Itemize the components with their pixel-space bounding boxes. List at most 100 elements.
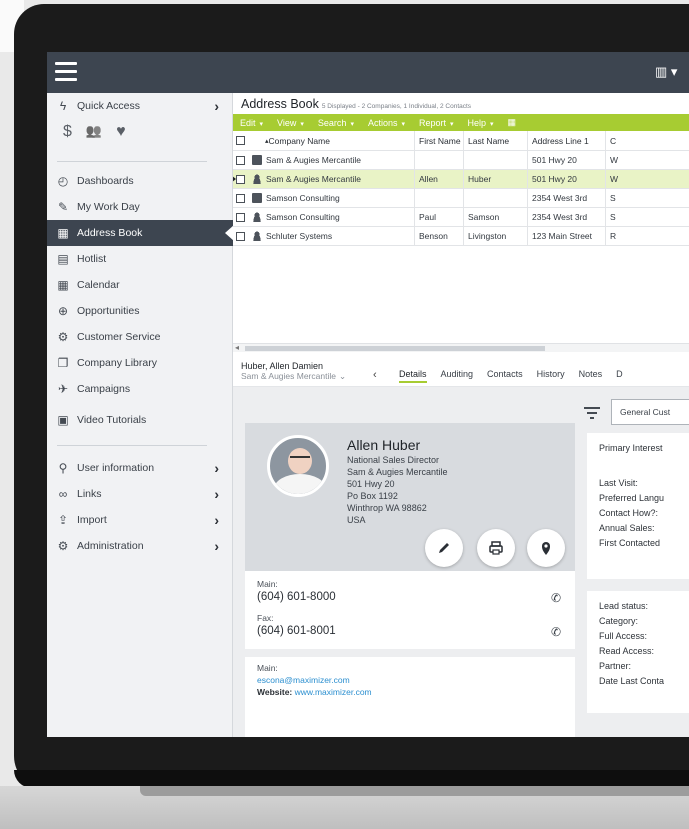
sidebar-item-user-information[interactable]: ⚲ User information › — [47, 455, 233, 481]
sidebar-item-links[interactable]: ∞ Links › — [47, 481, 233, 507]
menu-help[interactable]: Help ▾ — [461, 118, 501, 128]
sidebar-item-label: Video Tutorials — [77, 414, 147, 426]
company-icon — [252, 193, 262, 203]
website-row: Website: www.maximizer.com — [257, 687, 372, 697]
chevron-down-icon: ▾ — [300, 120, 304, 128]
sidebar-item-administration[interactable]: ⚙ Administration › — [47, 533, 233, 559]
tab-scroll-left-icon[interactable]: ‹ — [373, 369, 377, 381]
sidebar-item-label: Address Book — [77, 227, 143, 239]
menu-label: Actions — [367, 117, 398, 128]
table-row[interactable]: Schluter Systems Benson Livingston 123 Main… — [233, 227, 689, 246]
scroll-left-icon[interactable]: ◂ — [235, 343, 239, 352]
column-header-first-name[interactable]: First Name — [414, 131, 462, 150]
grid-options-icon[interactable]: ▦ — [501, 117, 524, 128]
menu-actions[interactable]: Actions ▾ — [361, 118, 412, 128]
row-checkbox[interactable] — [236, 193, 245, 203]
menu-search[interactable]: Search ▾ — [311, 118, 361, 128]
printer-icon — [489, 541, 503, 555]
contact-title: National Sales Director — [347, 455, 440, 465]
website-link[interactable]: www.maximizer.com — [295, 687, 372, 697]
contact-company: Sam & Augies Mercantile — [347, 467, 448, 477]
table-row[interactable]: Sam & Augies Mercantile 501 Hwy 20 W — [233, 151, 689, 170]
checkbox[interactable] — [236, 136, 245, 145]
company-icon — [252, 155, 262, 165]
heart-icon[interactable]: ♥ — [116, 123, 126, 141]
website-label: Website: — [257, 687, 293, 697]
tab-details[interactable]: Details — [399, 369, 427, 383]
sidebar-item-hotlist[interactable]: ▤ Hotlist — [47, 246, 233, 272]
phone-icon[interactable]: ✆ — [551, 591, 561, 605]
people-icon[interactable]: 👥 — [86, 123, 102, 141]
email-link[interactable]: escona@maximizer.com — [257, 675, 350, 685]
map-pin-icon — [542, 542, 550, 555]
company-cell: Sam & Augies Mercantile — [252, 151, 402, 169]
fax-phone[interactable]: (604) 601-8001 — [257, 625, 336, 637]
row-checkbox[interactable] — [236, 231, 245, 241]
contact-address-2: Po Box 1192 — [347, 491, 398, 501]
sidebar-item-label: Opportunities — [77, 305, 140, 317]
row-checkbox[interactable] — [236, 155, 245, 165]
sidebar-item-dashboards[interactable]: ◴ Dashboards — [47, 168, 233, 194]
column-header-c[interactable]: C — [605, 131, 689, 150]
sidebar-item-company-library[interactable]: ❐ Company Library — [47, 350, 233, 376]
tab-auditing[interactable]: Auditing — [441, 369, 474, 383]
row-checkbox[interactable] — [236, 174, 245, 184]
select-all-checkbox[interactable] — [236, 131, 266, 150]
field-group-select[interactable]: General Cust — [611, 399, 689, 425]
address-cell: 2354 West 3rd — [527, 189, 603, 207]
sidebar-item-campaigns[interactable]: ✈ Campaigns — [47, 376, 233, 402]
address-cell: 123 Main Street — [527, 227, 603, 245]
hamburger-icon[interactable] — [55, 62, 77, 82]
book-icon: ▥ — [655, 64, 668, 79]
row-checkbox[interactable] — [236, 212, 245, 222]
sidebar-item-calendar[interactable]: ▦ Calendar — [47, 272, 233, 298]
tab-history[interactable]: History — [537, 369, 565, 383]
email-label: Main: — [257, 663, 278, 673]
column-header-company-name[interactable]: ▴ Company Name — [265, 131, 415, 150]
main-phone[interactable]: (604) 601-8000 — [257, 591, 336, 603]
sidebar-item-customer-service[interactable]: ⚙ Customer Service — [47, 324, 233, 350]
scrollbar-thumb[interactable] — [245, 346, 545, 351]
map-button[interactable] — [527, 529, 565, 567]
contact-city: Winthrop WA 98862 — [347, 503, 427, 513]
table-row[interactable]: Samson Consulting Paul Samson 2354 West 3rd… — [233, 208, 689, 227]
sidebar-item-import[interactable]: ⇪ Import › — [47, 507, 233, 533]
service-icon: ⚙ — [57, 330, 69, 344]
detail-company-select[interactable]: Sam & Augies Mercantile ⌄ — [241, 371, 346, 382]
sidebar-item-quick-access[interactable]: ϟ Quick Access › — [47, 93, 233, 119]
fields-panel-primary: Primary Interest Last Visit: Preferred L… — [587, 433, 689, 579]
tab-notes[interactable]: Notes — [579, 369, 603, 383]
column-label: C — [610, 135, 617, 146]
phone-icon[interactable]: ✆ — [551, 625, 561, 639]
tab-contacts[interactable]: Contacts — [487, 369, 523, 383]
sidebar-item-my-work-day[interactable]: ✎ My Work Day — [47, 194, 233, 220]
horizontal-scrollbar[interactable]: ◂ — [233, 343, 689, 352]
sidebar-item-opportunities[interactable]: ⊕ Opportunities — [47, 298, 233, 324]
pencil-icon — [439, 543, 449, 553]
sidebar-item-label: Administration — [77, 540, 144, 552]
print-button[interactable] — [477, 529, 515, 567]
hotlist-icon: ▤ — [57, 252, 69, 266]
field-label: Annual Sales: — [599, 523, 655, 533]
menu-report[interactable]: Report ▾ — [412, 118, 461, 128]
field-label: Category: — [599, 616, 639, 626]
last-name-cell: Huber — [463, 170, 525, 188]
company-name: Sam & Augies Mercantile — [266, 155, 361, 165]
menu-view[interactable]: View ▾ — [270, 118, 311, 128]
sidebar-item-address-book[interactable]: ▦ Address Book — [47, 220, 234, 246]
column-label: Company Name — [268, 135, 330, 146]
grid-header: ▴ Company Name First Name Last Name Address… — [233, 131, 689, 151]
table-row[interactable]: Sam & Augies Mercantile Allen Huber 501 Hwy… — [233, 170, 689, 189]
book-menu-button[interactable]: ▥ ▾ — [655, 64, 677, 80]
dollar-icon[interactable]: $ — [63, 123, 72, 141]
menu-edit[interactable]: Edit ▾ — [233, 118, 270, 128]
edit-button[interactable] — [425, 529, 463, 567]
sidebar-item-label: Hotlist — [77, 253, 107, 265]
column-header-address-line-1[interactable]: Address Line 1 — [527, 131, 603, 150]
column-header-last-name[interactable]: Last Name — [463, 131, 525, 150]
table-row[interactable]: Samson Consulting 2354 West 3rd S — [233, 189, 689, 208]
tab-d[interactable]: D — [616, 369, 623, 383]
company-name: Sam & Augies Mercantile — [266, 174, 361, 184]
filter-icon[interactable] — [583, 405, 601, 421]
sidebar-item-video-tutorials[interactable]: ▣ Video Tutorials — [47, 407, 233, 433]
